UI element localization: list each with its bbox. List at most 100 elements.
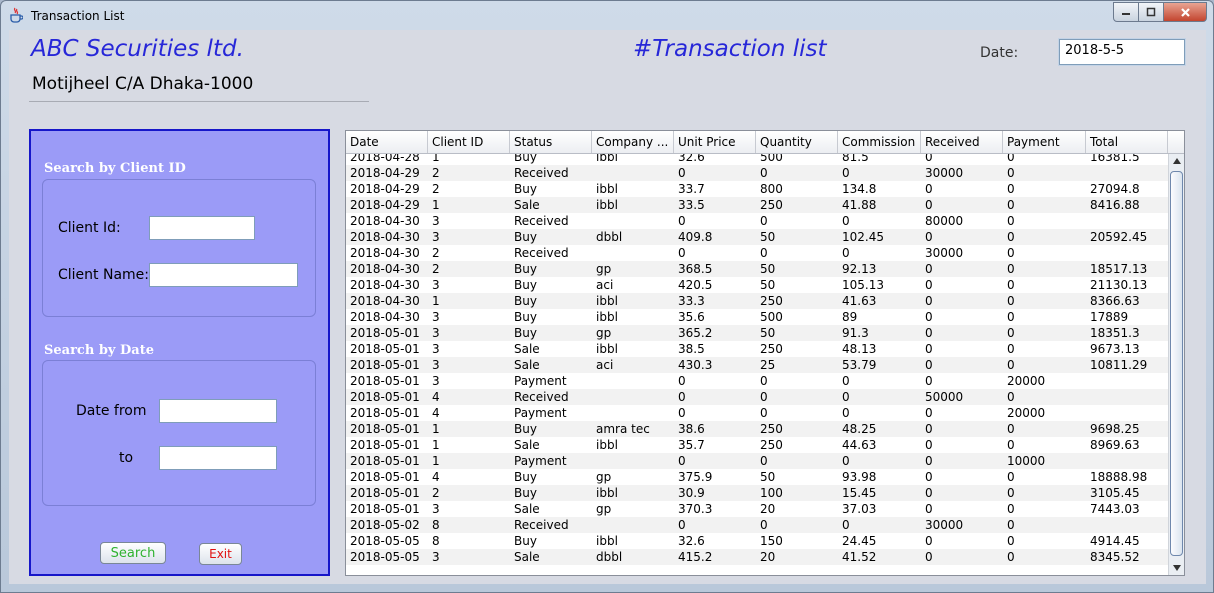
table-cell: ibbl <box>596 486 618 500</box>
table-row[interactable]: 2018-04-28 1 Buy ibbl 32.6 500 81.5 0 0 16381.5 <box>346 154 1168 165</box>
table-cell: 0 <box>1007 438 1015 452</box>
column-header[interactable]: Quantity <box>756 131 838 153</box>
table-cell: Buy <box>514 182 537 196</box>
client-name-label: Client Name: <box>58 267 149 283</box>
table-row[interactable]: 2018-05-01 3 Sale ibbl 38.5 250 48.13 0 0 9673.13 <box>346 341 1168 357</box>
date-search-group: Date from to <box>42 360 316 506</box>
table-cell: 7443.03 <box>1090 502 1140 516</box>
table-cell: 8345.52 <box>1090 550 1140 564</box>
table-row[interactable]: 2018-05-01 2 Buy ibbl 30.9 100 15.45 0 0 3105.45 <box>346 485 1168 501</box>
table-cell: 0 <box>1007 518 1015 532</box>
client-id-input[interactable] <box>149 216 255 240</box>
table-cell: Buy <box>514 326 537 340</box>
title-bar[interactable]: Transaction List <box>1 1 1213 29</box>
table-cell: 0 <box>1007 262 1015 276</box>
table-cell: 0 <box>1007 550 1015 564</box>
table-row[interactable]: 2018-05-02 8 Received 0 0 0 30000 0 <box>346 517 1168 533</box>
table-cell: Received <box>514 246 569 260</box>
table-cell: 2 <box>432 166 440 180</box>
table-cell: 2018-04-30 <box>350 310 420 324</box>
table-cell: 365.2 <box>678 326 713 340</box>
table-row[interactable]: 2018-04-30 3 Buy dbbl 409.8 50 102.45 0 0 20592.4… <box>346 229 1168 245</box>
table-cell: 33.5 <box>678 198 705 212</box>
table-cell: 53.79 <box>842 358 877 372</box>
table-cell: 0 <box>842 246 850 260</box>
column-header[interactable]: Unit Price <box>674 131 756 153</box>
table-row[interactable]: 2018-04-30 2 Received 0 0 0 30000 0 <box>346 245 1168 261</box>
table-row[interactable]: 2018-05-01 4 Payment 0 0 0 0 20000 <box>346 405 1168 421</box>
table-row[interactable]: 2018-05-01 3 Sale gp 370.3 20 37.03 0 0 7443.03 <box>346 501 1168 517</box>
table-cell: 3 <box>432 374 440 388</box>
table-cell: 18888.98 <box>1090 470 1148 484</box>
exit-button[interactable]: Exit <box>199 543 242 565</box>
table-cell: 3 <box>432 214 440 228</box>
table-row[interactable]: 2018-05-01 3 Buy gp 365.2 50 91.3 0 0 18351.3 <box>346 325 1168 341</box>
table-row[interactable]: 2018-05-05 8 Buy ibbl 32.6 150 24.45 0 0 4914.45 <box>346 533 1168 549</box>
table-cell <box>592 245 674 261</box>
column-header[interactable]: Received <box>921 131 1003 153</box>
table-row[interactable]: 2018-05-01 1 Payment 0 0 0 0 10000 <box>346 453 1168 469</box>
table-cell: 48.25 <box>842 422 877 436</box>
column-header[interactable]: Total <box>1086 131 1168 153</box>
scroll-down-button[interactable] <box>1169 561 1184 575</box>
table-row[interactable]: 2018-05-01 3 Payment 0 0 0 0 20000 <box>346 373 1168 389</box>
table-row[interactable]: 2018-04-30 3 Buy ibbl 35.6 500 89 0 0 17889 <box>346 309 1168 325</box>
date-to-label: to <box>119 450 134 466</box>
table-row[interactable]: 2018-05-01 1 Buy amra tec 38.6 250 48.25 0 0 9698… <box>346 421 1168 437</box>
table-cell: 18517.13 <box>1090 262 1148 276</box>
column-header[interactable]: Status <box>510 131 592 153</box>
table-cell: 0 <box>678 214 686 228</box>
table-cell: 0 <box>842 166 850 180</box>
table-row[interactable]: 2018-05-01 4 Buy gp 375.9 50 93.98 0 0 18888.98 <box>346 469 1168 485</box>
table-cell: 0 <box>925 310 933 324</box>
table-row[interactable]: 2018-04-30 2 Buy gp 368.5 50 92.13 0 0 18517.13 <box>346 261 1168 277</box>
date-to-input[interactable] <box>159 446 277 470</box>
minimize-button[interactable] <box>1113 2 1139 22</box>
table-row[interactable]: 2018-05-01 3 Sale aci 430.3 25 53.79 0 0 10811.29 <box>346 357 1168 373</box>
table-cell: Buy <box>514 422 537 436</box>
table-cell: 20 <box>760 502 776 516</box>
table-cell: 1 <box>432 438 440 452</box>
search-button[interactable]: Search <box>100 542 166 564</box>
table-cell: 0 <box>1007 182 1015 196</box>
column-header[interactable]: Commission <box>838 131 921 153</box>
table-cell: 0 <box>925 470 933 484</box>
table-cell: 20000 <box>1007 406 1046 420</box>
date-from-input[interactable] <box>159 399 277 423</box>
scroll-up-button[interactable] <box>1169 154 1184 168</box>
client-name-input[interactable] <box>149 263 298 287</box>
table-cell: ibbl <box>596 310 618 324</box>
maximize-button[interactable] <box>1139 2 1164 22</box>
table-cell: 2018-05-05 <box>350 534 420 548</box>
table-cell: 0 <box>1007 358 1015 372</box>
vertical-scrollbar[interactable] <box>1168 154 1184 575</box>
table-row[interactable]: 2018-04-30 1 Buy ibbl 33.3 250 41.63 0 0 8366.63 <box>346 293 1168 309</box>
table-row[interactable]: 2018-04-29 2 Received 0 0 0 30000 0 <box>346 165 1168 181</box>
table-cell: 2018-04-30 <box>350 278 420 292</box>
table-cell: 3105.45 <box>1090 486 1140 500</box>
table-cell: 2018-05-01 <box>350 374 420 388</box>
scrollbar-thumb[interactable] <box>1170 171 1183 556</box>
table-cell: 81.5 <box>842 154 869 164</box>
table-row[interactable]: 2018-04-30 3 Buy aci 420.5 50 105.13 0 0 21130.13 <box>346 277 1168 293</box>
table-row[interactable]: 2018-05-05 3 Sale dbbl 415.2 20 41.52 0 0 8345.52 <box>346 549 1168 565</box>
table-cell: Sale <box>514 358 540 372</box>
table-cell: 0 <box>925 230 933 244</box>
table-row[interactable]: 2018-05-01 4 Received 0 0 0 50000 0 <box>346 389 1168 405</box>
table-cell: dbbl <box>596 230 623 244</box>
table-row[interactable]: 2018-04-29 2 Buy ibbl 33.7 800 134.8 0 0 27094.8 <box>346 181 1168 197</box>
table-row[interactable]: 2018-05-01 1 Sale ibbl 35.7 250 44.63 0 0 8969.63 <box>346 437 1168 453</box>
column-header[interactable]: Payment <box>1003 131 1086 153</box>
date-field[interactable]: 2018-5-5 <box>1058 38 1186 66</box>
table-cell: 2018-04-30 <box>350 262 420 276</box>
column-header[interactable]: Date <box>346 131 428 153</box>
column-header[interactable]: Client ID <box>428 131 510 153</box>
table-row[interactable]: 2018-04-30 3 Received 0 0 0 80000 0 <box>346 213 1168 229</box>
table-cell: 2018-05-01 <box>350 326 420 340</box>
table-body-viewport[interactable]: 2018-04-28 1 Buy ibbl 32.6 500 81.5 0 0 16381.5 20… <box>346 154 1168 575</box>
column-header[interactable]: Company ... <box>592 131 674 153</box>
close-button[interactable] <box>1164 2 1207 22</box>
table-cell: 0 <box>1007 422 1015 436</box>
table-cell: 2018-05-01 <box>350 470 420 484</box>
table-row[interactable]: 2018-04-29 1 Sale ibbl 33.5 250 41.88 0 0 8416.88 <box>346 197 1168 213</box>
